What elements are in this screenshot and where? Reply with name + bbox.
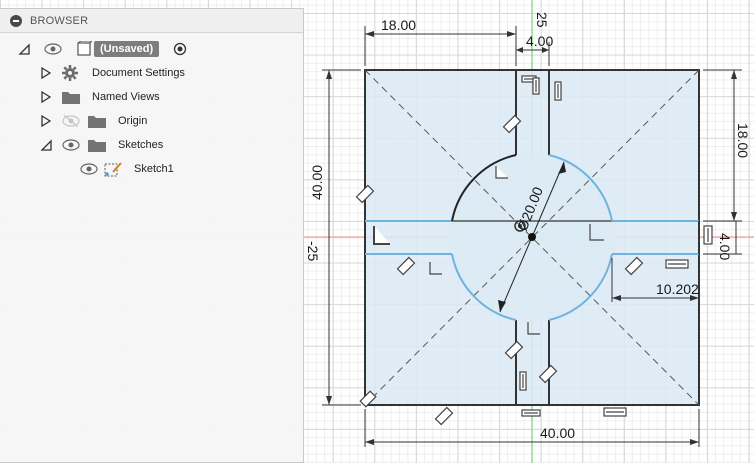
dim-slot-width[interactable]: 4.00 xyxy=(526,33,553,49)
eye-icon[interactable] xyxy=(44,43,62,55)
folder-icon xyxy=(62,92,80,104)
arrowhead xyxy=(326,70,332,79)
tree-item-label: Sketch1 xyxy=(134,163,174,175)
browser-header[interactable]: BROWSER xyxy=(0,9,303,33)
parallel-constraint-icon xyxy=(603,407,627,417)
collapsed-triangle-icon[interactable] xyxy=(40,67,52,79)
dim-left-height[interactable]: 40.00 xyxy=(309,165,325,200)
root-label[interactable]: (Unsaved) xyxy=(94,41,160,57)
collapsed-triangle-icon[interactable] xyxy=(40,115,52,127)
document-icon xyxy=(77,41,92,56)
dim-right-height[interactable]: 18.00 xyxy=(735,123,751,158)
parallel-constraint-icon xyxy=(434,406,454,426)
parallel-constraint-icon xyxy=(554,81,562,101)
arrowhead xyxy=(365,439,374,445)
arrowhead xyxy=(690,439,699,445)
eye-icon[interactable] xyxy=(62,139,80,151)
expanded-triangle-icon[interactable] xyxy=(18,43,30,55)
dim-offset[interactable]: 10.202 xyxy=(656,281,699,297)
axis-label-top: 25 xyxy=(534,12,550,28)
arrowhead xyxy=(326,396,332,405)
parallel-constraint-icon xyxy=(532,77,540,95)
tree-item-label: Sketches xyxy=(118,139,164,151)
arrowhead xyxy=(507,31,516,37)
browser-panel: BROWSER (Unsaved) Document Settings Name… xyxy=(0,8,304,463)
tree-item-sketch1[interactable]: Sketch1 xyxy=(80,157,174,181)
collapsed-triangle-icon[interactable] xyxy=(40,91,52,103)
origin-point[interactable] xyxy=(528,233,536,241)
arrowhead xyxy=(365,31,374,37)
parallel-constraint-icon xyxy=(519,371,527,391)
tree-root-unsaved[interactable]: (Unsaved) xyxy=(18,37,187,61)
eye-hidden-icon[interactable] xyxy=(62,115,80,127)
arrowhead xyxy=(731,212,737,221)
tree-item-sketches[interactable]: Sketches xyxy=(40,133,163,157)
expanded-triangle-icon[interactable] xyxy=(40,139,52,151)
collapse-icon[interactable] xyxy=(10,14,22,27)
browser-title: BROWSER xyxy=(30,14,89,27)
gear-icon xyxy=(62,65,78,81)
dim-right-small[interactable]: 4.00 xyxy=(717,233,733,260)
tree-item-named-views[interactable]: Named Views xyxy=(40,85,160,109)
arrowhead xyxy=(731,70,737,79)
tree-item-label: Document Settings xyxy=(92,67,185,79)
arrowhead xyxy=(516,47,523,53)
sketch-icon xyxy=(104,162,122,177)
axis-label-left: -25 xyxy=(305,241,321,261)
dim-bottom-width[interactable]: 40.00 xyxy=(540,425,575,441)
tree-item-origin[interactable]: Origin xyxy=(40,109,147,133)
parallel-constraint-icon xyxy=(703,225,713,245)
dim-top-width[interactable]: 18.00 xyxy=(381,17,416,33)
eye-icon[interactable] xyxy=(80,163,98,175)
folder-icon xyxy=(88,116,106,128)
tree-item-label: Named Views xyxy=(92,91,160,103)
activate-radio-icon[interactable] xyxy=(173,42,187,56)
tree-item-document-settings[interactable]: Document Settings xyxy=(40,61,185,85)
tree-item-label: Origin xyxy=(118,115,148,127)
parallel-constraint-icon xyxy=(665,259,689,269)
parallel-constraint-icon xyxy=(521,409,541,417)
folder-icon xyxy=(88,140,106,152)
